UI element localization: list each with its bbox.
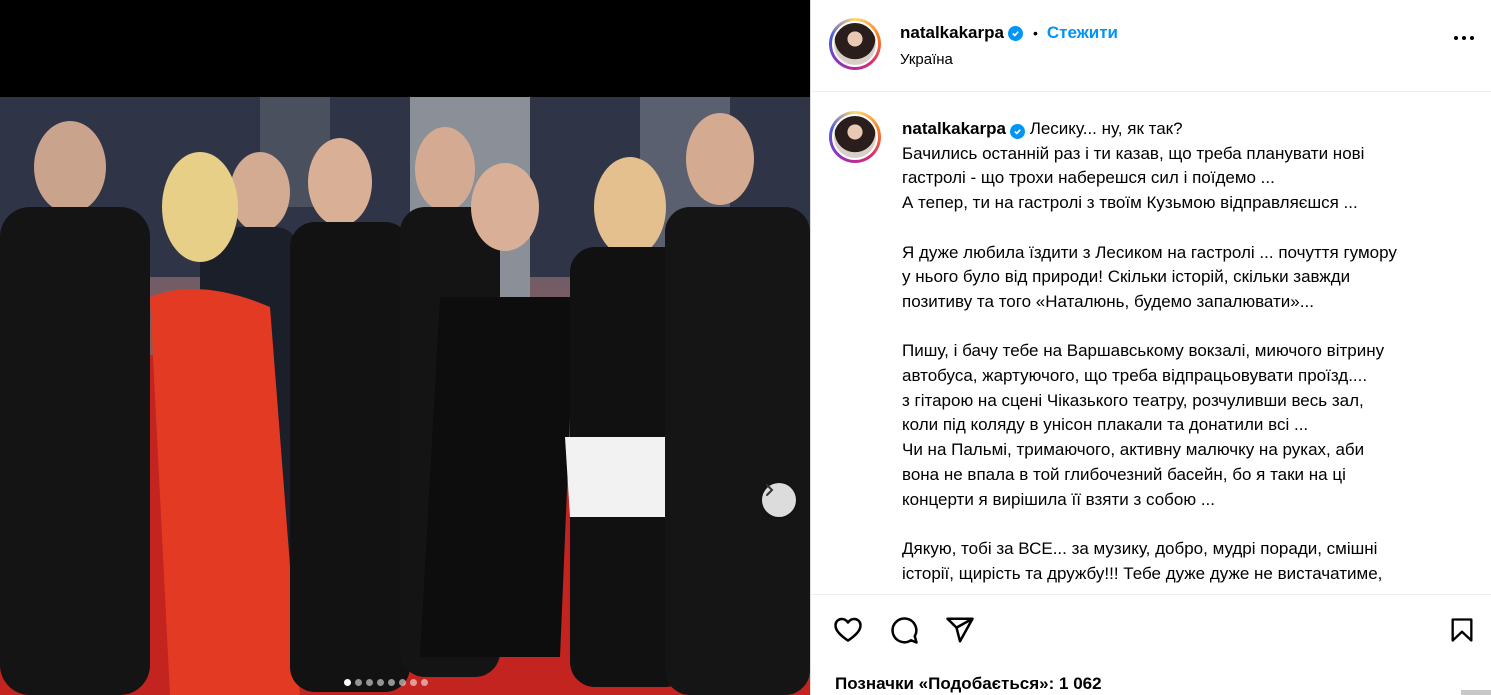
verified-badge-icon xyxy=(1009,124,1025,139)
post-caption: natalkakarpa Лесику... ну, як так? Бачил… xyxy=(902,117,1462,586)
author-username[interactable]: natalkakarpa xyxy=(900,23,1004,43)
caption-area: natalkakarpa Лесику... ну, як так? Бачил… xyxy=(811,93,1491,593)
caption-username[interactable]: natalkakarpa xyxy=(902,119,1006,138)
caption-avatar[interactable] xyxy=(829,111,881,163)
post-actions: Позначки «Подобається»: 1 062 xyxy=(811,594,1491,695)
carousel-dot xyxy=(410,679,417,686)
heart-icon[interactable] xyxy=(833,615,863,645)
carousel-dot xyxy=(421,679,428,686)
post-photo[interactable] xyxy=(0,97,810,695)
follow-button[interactable]: Стежити xyxy=(1047,23,1118,43)
scrollbar[interactable] xyxy=(1461,690,1491,695)
caption-first-line: Лесику... ну, як так? xyxy=(1029,119,1183,138)
comment-icon[interactable] xyxy=(889,615,919,645)
bookmark-icon[interactable] xyxy=(1448,615,1476,645)
carousel-dot xyxy=(366,679,373,686)
chevron-right-icon xyxy=(766,484,774,496)
likes-count[interactable]: Позначки «Подобається»: 1 062 xyxy=(835,674,1102,694)
carousel-next-button[interactable] xyxy=(762,483,796,517)
post-media xyxy=(0,0,810,695)
separator-bullet: • xyxy=(1032,25,1038,41)
carousel-dot xyxy=(377,679,384,686)
share-icon[interactable] xyxy=(945,615,975,645)
post-header: natalkakarpa • Стежити Україна xyxy=(811,0,1491,92)
carousel-dot xyxy=(399,679,406,686)
avatar[interactable] xyxy=(829,18,881,70)
post-location[interactable]: Україна xyxy=(900,51,953,68)
caption-body: Бачились останній раз і ти казав, що тре… xyxy=(902,143,1397,583)
carousel-dot xyxy=(344,679,351,686)
carousel-dot xyxy=(388,679,395,686)
post-sidebar: natalkakarpa • Стежити Україна natalkaka… xyxy=(810,0,1491,695)
more-options-icon[interactable] xyxy=(1454,36,1474,40)
carousel-dots xyxy=(344,679,428,686)
photo-illustration xyxy=(0,97,810,695)
carousel-dot xyxy=(355,679,362,686)
verified-badge-icon xyxy=(1007,25,1023,41)
